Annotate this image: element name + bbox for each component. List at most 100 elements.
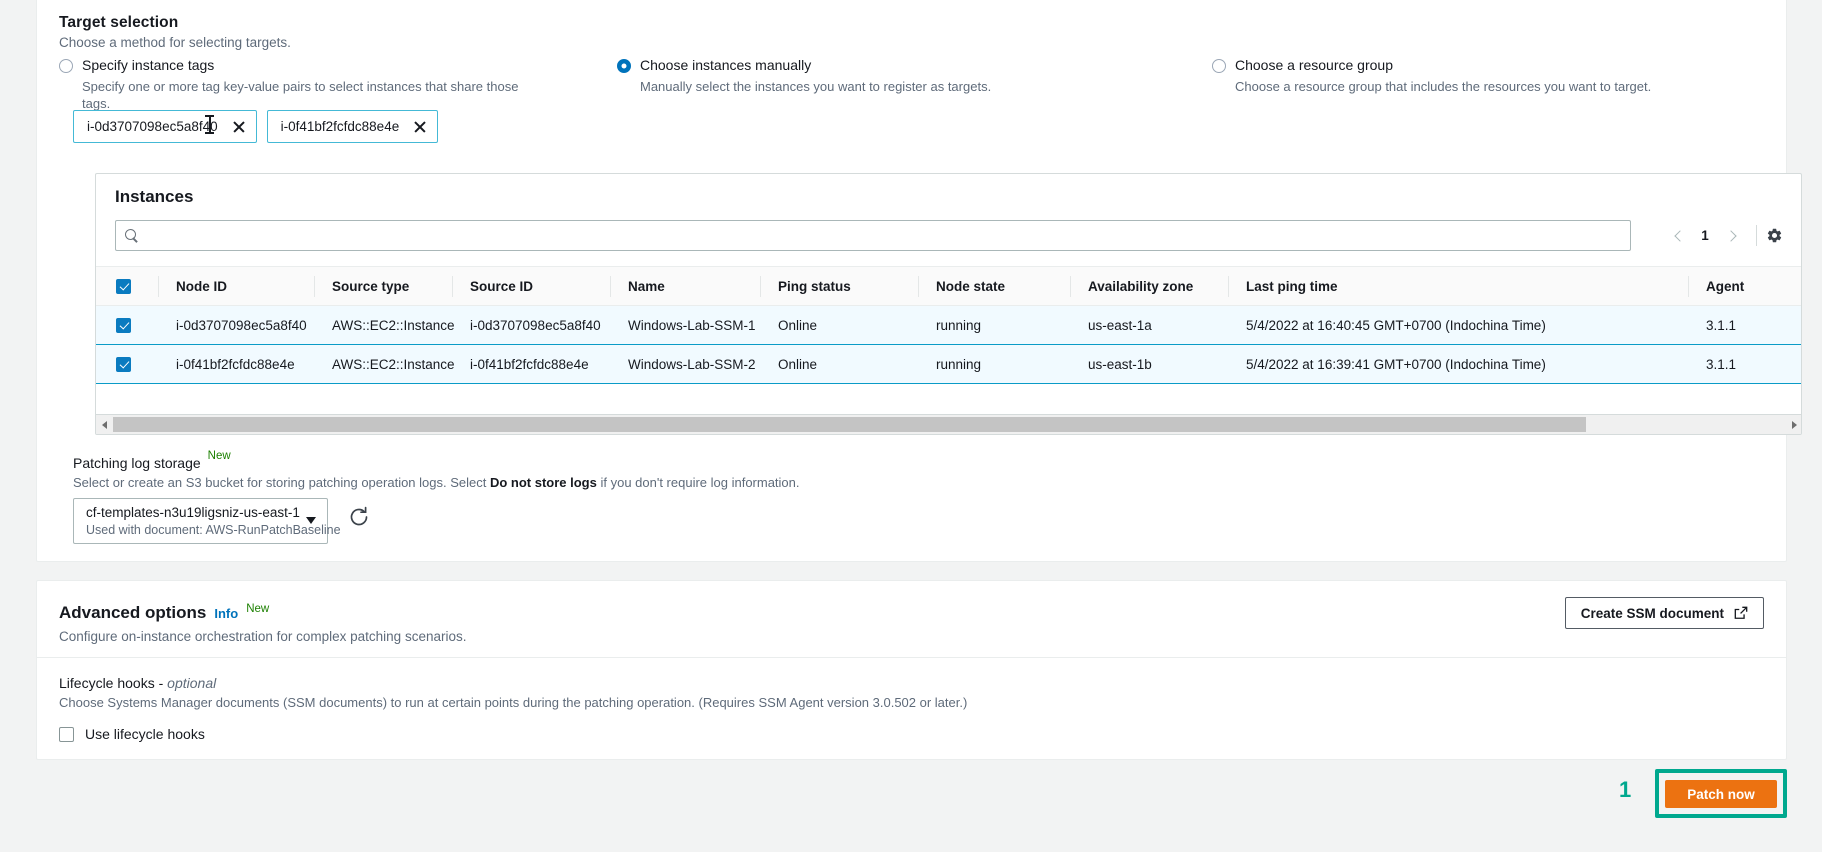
patch-now-button[interactable]: Patch now <box>1665 780 1777 808</box>
table-header-row: Node ID Source type Source ID Name Ping … <box>96 266 1801 306</box>
s3-bucket-selected-sub: Used with document: AWS-RunPatchBaseline <box>86 523 341 538</box>
cell-agent: 3.1.1 <box>1688 305 1801 345</box>
instance-token[interactable]: i-0d3707098ec5a8f40 <box>73 110 257 143</box>
table-pagination: 1 <box>1663 220 1783 251</box>
table-row[interactable]: i-0f41bf2fcfdc88e4e AWS::EC2::Instance i… <box>96 344 1801 384</box>
instances-search-box[interactable] <box>115 220 1631 251</box>
instances-grid-scroll-viewport: Node ID Source type Source ID Name Ping … <box>96 266 1801 414</box>
column-header-last-ping-time[interactable]: Last ping time <box>1228 266 1688 306</box>
use-lifecycle-hooks-checkbox[interactable] <box>59 726 74 742</box>
radio-icon-choose-resource-group[interactable] <box>1212 59 1226 73</box>
new-badge: New <box>246 603 270 615</box>
advanced-options-header: Advanced options Info New Configure on-i… <box>59 603 466 644</box>
instances-grid: Node ID Source type Source ID Name Ping … <box>96 266 1801 384</box>
target-selection-title: Target selection <box>59 14 179 31</box>
cell-availability-zone: us-east-1a <box>1070 305 1228 345</box>
scrollbar-thumb[interactable] <box>113 416 1586 432</box>
radio-icon-specify-instance-tags[interactable] <box>59 59 73 73</box>
pagination-previous-button[interactable] <box>1663 220 1693 251</box>
annotation-step-number: 1 <box>1619 777 1632 802</box>
column-header-node-state[interactable]: Node state <box>918 266 1070 306</box>
column-header-agent[interactable]: Agent <box>1688 266 1801 306</box>
description-bold: Do not store logs <box>489 475 597 490</box>
radio-option-choose-instances-manually[interactable]: Choose instances manually Manually selec… <box>617 56 1087 95</box>
column-header-source-type[interactable]: Source type <box>314 266 452 306</box>
instance-token-label: i-0d3707098ec5a8f40 <box>87 119 218 134</box>
row-checkbox[interactable] <box>116 356 131 372</box>
lifecycle-hooks-optional-label: optional <box>167 675 217 691</box>
scroll-left-button[interactable] <box>96 415 113 434</box>
column-header-availability-zone[interactable]: Availability zone <box>1070 266 1228 306</box>
new-badge: New <box>207 450 231 462</box>
pagination-next-button[interactable] <box>1717 220 1747 251</box>
description-post: if you don't require log information. <box>596 475 800 490</box>
s3-bucket-selected-value: cf-templates-n3u19ligsniz-us-east-1 <box>86 505 300 520</box>
radio-option-specify-instance-tags[interactable]: Specify instance tags Specify one or mor… <box>59 56 529 113</box>
column-header-name[interactable]: Name <box>610 266 760 306</box>
patching-log-storage-title: Patching log storage <box>73 455 201 471</box>
advanced-options-title: Advanced options <box>59 603 207 622</box>
advanced-options-panel: Advanced options Info New Configure on-i… <box>36 580 1787 760</box>
radio-icon-choose-instances-manually[interactable] <box>617 59 631 73</box>
scrollbar-track[interactable] <box>113 415 1786 434</box>
advanced-options-title-row: Advanced options Info New <box>59 603 466 623</box>
s3-bucket-select[interactable]: cf-templates-n3u19ligsniz-us-east-1 Used… <box>73 498 341 544</box>
cell-node-state: running <box>918 305 1070 345</box>
close-icon[interactable] <box>413 120 426 133</box>
radio-option-choose-resource-group[interactable]: Choose a resource group Choose a resourc… <box>1212 56 1682 95</box>
gear-icon <box>1767 228 1782 243</box>
refresh-buckets-button[interactable] <box>347 505 371 529</box>
cell-node-id: i-0d3707098ec5a8f40 <box>158 305 314 345</box>
lifecycle-hooks-title-main: Lifecycle hooks - <box>59 675 168 691</box>
cell-source-type: AWS::EC2::Instance <box>314 305 455 345</box>
use-lifecycle-hooks-row[interactable]: Use lifecycle hooks <box>59 726 205 742</box>
lifecycle-hooks-description: Choose Systems Manager documents (SSM do… <box>59 695 968 710</box>
cell-name: Windows-Lab-SSM-2 <box>610 344 760 384</box>
target-selection-panel: Target selection Choose a method for sel… <box>36 0 1802 562</box>
instance-token-label: i-0f41bf2fcfdc88e4e <box>280 119 400 134</box>
column-header-node-id[interactable]: Node ID <box>158 266 314 306</box>
cell-last-ping-time: 5/4/2022 at 16:40:45 GMT+0700 (Indochina… <box>1228 305 1688 345</box>
table-settings-button[interactable] <box>1766 227 1783 244</box>
instances-table-card: Instances 1 Node ID Source type Source I… <box>95 173 1802 435</box>
patching-log-storage-section: Patching log storage New Select or creat… <box>73 450 800 490</box>
cell-ping-status: Online <box>760 344 918 384</box>
pagination-divider <box>1756 225 1757 246</box>
info-link[interactable]: Info <box>214 606 238 621</box>
chevron-down-icon[interactable] <box>306 517 316 524</box>
description-pre: Select or create an S3 bucket for storin… <box>73 475 490 490</box>
triangle-right-icon <box>1792 420 1797 429</box>
section-divider <box>37 657 1786 658</box>
instances-table-title: Instances <box>115 187 194 206</box>
table-horizontal-scrollbar[interactable] <box>96 414 1801 434</box>
cell-availability-zone: us-east-1b <box>1070 344 1228 384</box>
row-select-cell <box>96 305 158 345</box>
chevron-left-icon <box>1673 229 1686 242</box>
target-selection-header: Target selection Choose a method for sel… <box>59 14 291 50</box>
search-icon <box>125 228 139 243</box>
radio-sub-choose-instances-manually: Manually select the instances you want t… <box>640 78 992 94</box>
close-icon[interactable] <box>232 120 245 133</box>
cell-source-id: i-0d3707098ec5a8f40 <box>452 305 610 345</box>
use-lifecycle-hooks-label: Use lifecycle hooks <box>85 726 205 742</box>
cell-source-type: AWS::EC2::Instance <box>314 344 455 384</box>
cell-node-id: i-0f41bf2fcfdc88e4e <box>158 344 314 384</box>
radio-sub-choose-resource-group: Choose a resource group that includes th… <box>1235 78 1652 94</box>
create-ssm-document-label: Create SSM document <box>1580 605 1724 621</box>
select-all-checkbox[interactable] <box>116 278 131 294</box>
column-header-source-id[interactable]: Source ID <box>452 266 610 306</box>
instance-token[interactable]: i-0f41bf2fcfdc88e4e <box>266 110 439 143</box>
patching-log-storage-title-row: Patching log storage New <box>73 450 800 471</box>
select-all-header-cell <box>96 266 158 306</box>
row-checkbox[interactable] <box>116 317 131 333</box>
radio-label-choose-instances-manually: Choose instances manually <box>640 57 812 73</box>
pagination-page-1[interactable]: 1 <box>1693 228 1717 243</box>
column-header-ping-status[interactable]: Ping status <box>760 266 918 306</box>
create-ssm-document-button[interactable]: Create SSM document <box>1564 597 1764 629</box>
refresh-icon <box>350 506 368 526</box>
search-input[interactable] <box>146 227 1576 244</box>
external-link-icon <box>1734 606 1748 619</box>
advanced-options-description: Configure on-instance orchestration for … <box>59 629 467 644</box>
table-row[interactable]: i-0d3707098ec5a8f40 AWS::EC2::Instance i… <box>96 305 1801 345</box>
scroll-right-button[interactable] <box>1786 415 1801 434</box>
